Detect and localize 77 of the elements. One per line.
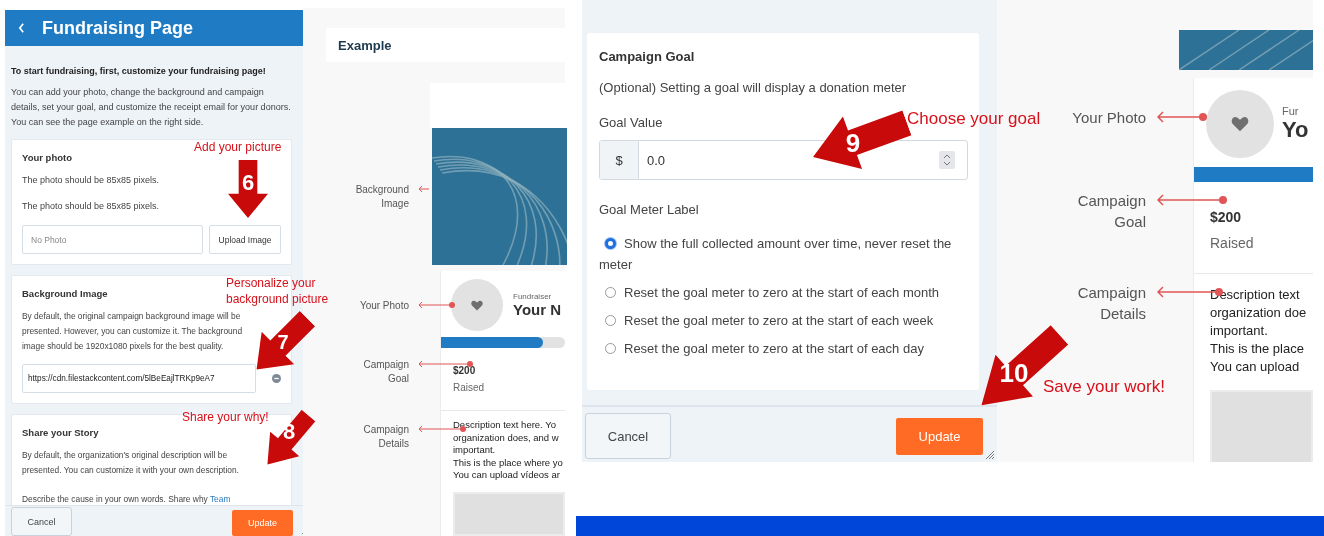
card-title: Campaign Goal [599,49,695,64]
description-line: You can upload [1209,358,1301,376]
step-number: 6 [241,172,255,194]
card-title: Background Image [22,288,108,299]
intro-heading: To start fundraising, first, customize your fundraising page! [11,66,266,76]
radio-option[interactable]: Reset the goal meter to zero at the start of each week [599,310,968,331]
leader-line [418,301,455,309]
remove-icon[interactable] [272,372,281,385]
fundraiser-name: Your N [513,301,562,318]
annotation-text: Choose your goal [907,108,1042,130]
card-title: Your photo [22,152,72,163]
field-label: Goal Meter Label [599,202,699,217]
card-title: Share your Story [22,427,99,438]
story-text: By default, the organization's original description will be presented. You can customize it with your own description. [22,449,240,477]
callout-label: Your Photo [359,299,409,313]
radio-option[interactable]: Show the full collected amount over time, never reset the meter [599,233,968,275]
description-line: Description text [1209,286,1301,304]
back-icon[interactable] [18,23,25,33]
photo-field[interactable]: No Photo [22,225,203,254]
raised-label: Raised [1210,235,1255,251]
radio-button[interactable] [605,343,616,354]
currency-prefix: $ [600,141,639,179]
callout-label: Campaign Details [362,423,409,451]
radio-option[interactable]: Reset the goal meter to zero at the start of each month [599,282,968,303]
example-title: Example [338,37,392,53]
description-line: important. [1209,322,1269,340]
annotation-text: Add your picture [194,140,283,156]
leader-line [418,360,473,368]
radio-button[interactable] [605,287,616,298]
callout-label: Campaign Goal [362,358,409,386]
annotation-text: Personalize your background picture [226,276,330,308]
step-number: 7 [277,332,289,352]
step-arrow [228,160,268,218]
intro-text: You can add your photo, change the background and campaign details, set your goal, and customize the receipt email for your donors. You can see the page example on the right side. [11,86,292,129]
background-text: By default, the original campaign background image will be presented. However, you can customize it. The background image should be 1920x1080 pixels for the best quality. [22,310,244,353]
photo-note: The photo should be 85x85 pixels. [22,200,160,213]
description-line: This is the place [1209,340,1305,358]
raised-label: Raised [453,382,486,393]
radio-option[interactable]: Reset the goal meter to zero at the start of each day [599,338,968,359]
description-line: organization doe [1209,304,1308,322]
spinner-icon[interactable] [939,151,955,169]
description-line: This is the place where yo [452,456,564,469]
fundraiser-name: Yo [1282,117,1309,143]
callout-label: Your Photo [1072,108,1146,128]
url-field[interactable]: https://cdn.filestackcontent.com/5lBeEajlTRKp9eA7 [22,364,256,393]
page-title: Fundraising Page [42,17,194,39]
description-line: You can upload vídeos ar [452,469,561,482]
photo-note: The photo should be 85x85 pixels. [22,174,160,187]
team-link[interactable]: Team [209,494,231,504]
heart-icon [1231,116,1249,132]
callout-label: Campaign Details [1076,283,1146,324]
description-line: important. [452,444,497,457]
cancel-button[interactable]: Cancel [585,413,671,459]
radio-button[interactable] [605,238,616,249]
resize-handle-icon[interactable] [985,450,995,460]
step-number: 10 [999,360,1029,386]
description-line: Description text here. Yo [452,419,557,432]
radio-button[interactable] [605,315,616,326]
description-line: organization does, and w [452,431,560,444]
cause-text: Describe the cause in your own words. Share why Team [22,493,231,505]
annotation-text: Save your work! [1043,376,1166,398]
cancel-button[interactable]: Cancel [11,507,72,536]
goal-note: (Optional) Setting a goal will display a donation meter [599,80,907,95]
leader-line [1157,194,1227,206]
raised-amount: $200 [1210,209,1243,225]
callout-label: Background Image [354,183,409,211]
raised-amount: $200 [453,365,477,376]
callout-label: Campaign Goal [1076,191,1146,232]
goal-value: 0.0 [646,152,667,168]
upload-image-button[interactable]: Upload Image [209,225,281,254]
heart-icon [471,299,483,311]
role-label: Fur [1282,105,1300,117]
role-label: Fundraiser [513,292,553,301]
annotation-text: Share your why! [182,410,270,426]
field-label: Goal Value [599,115,663,130]
leader-line [1157,111,1207,123]
leader-line [418,185,432,193]
